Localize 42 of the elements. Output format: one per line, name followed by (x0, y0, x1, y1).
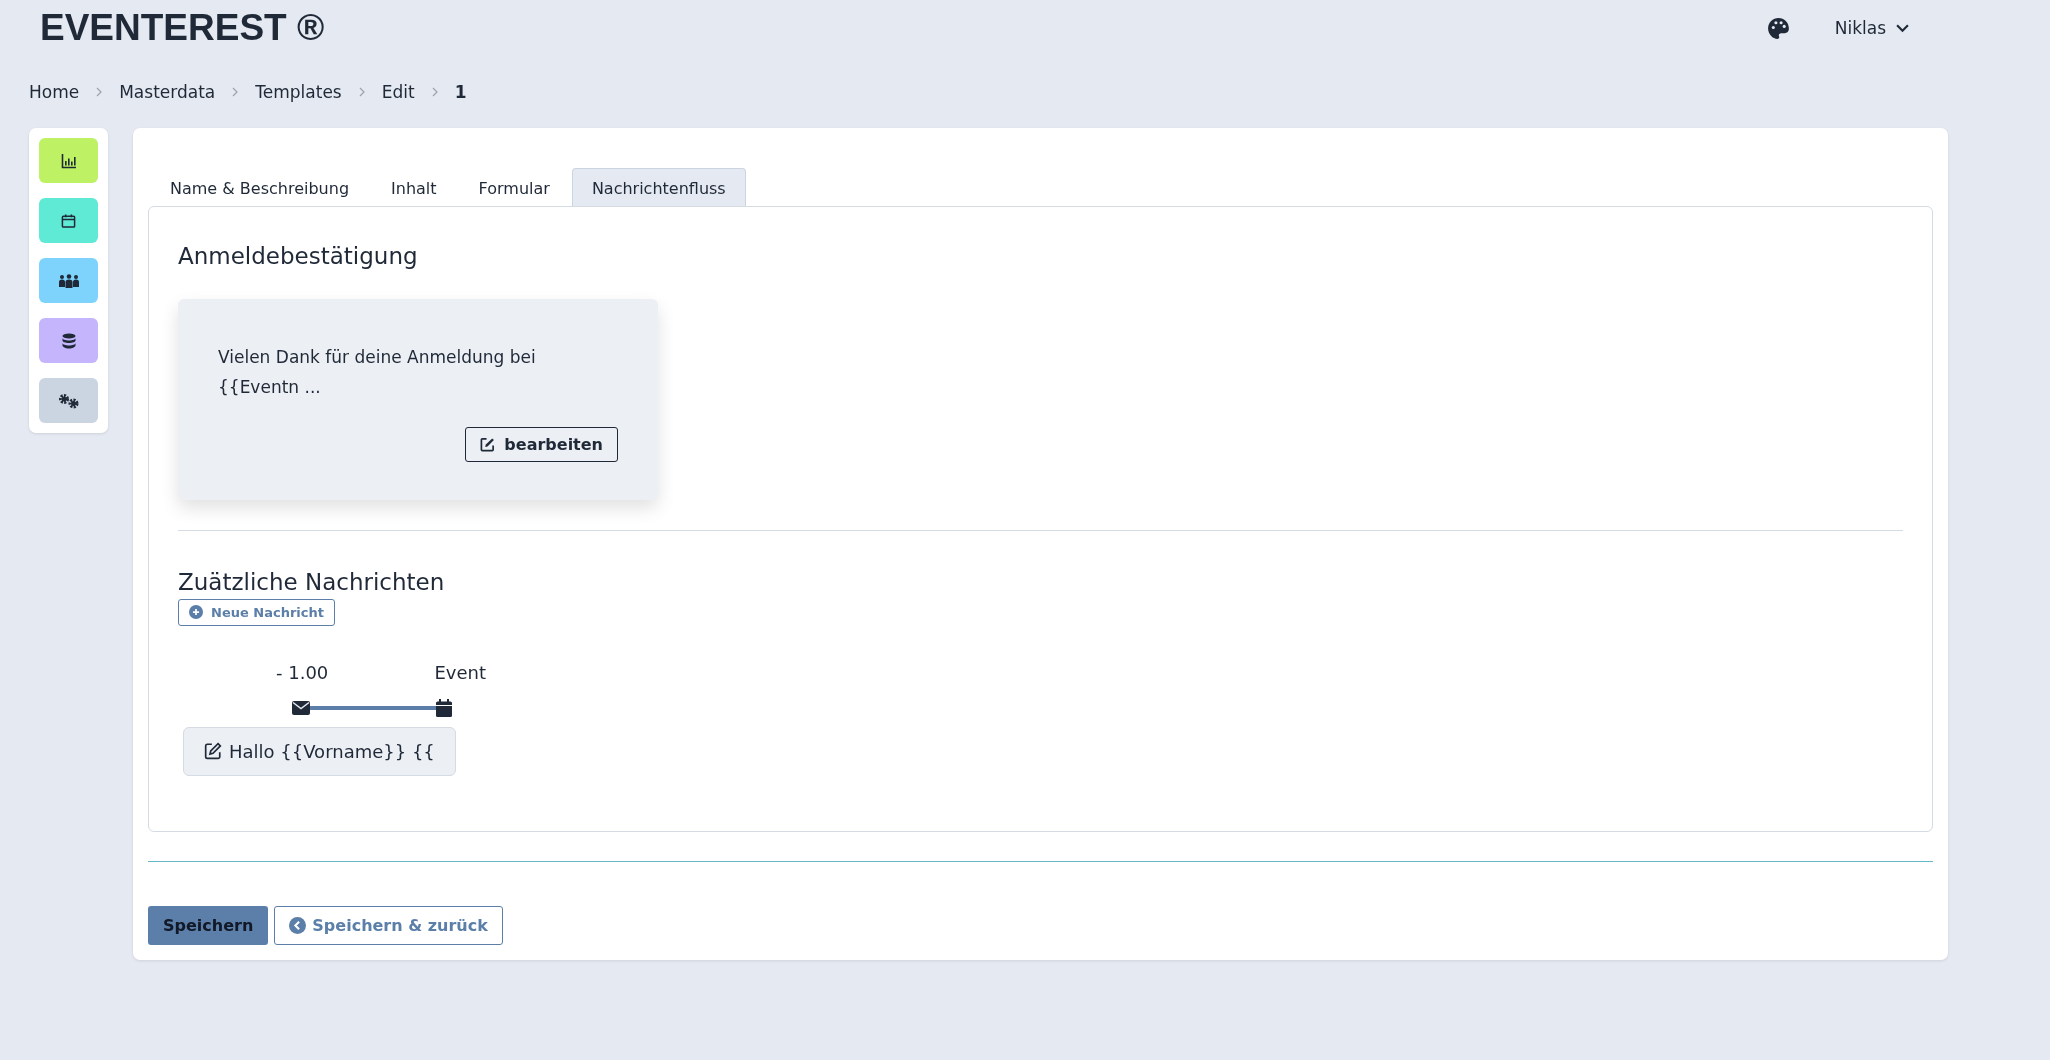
breadcrumb-link[interactable]: Masterdata (119, 82, 216, 102)
edit-icon (204, 742, 222, 760)
plus-circle-icon (189, 605, 203, 619)
chevron-icon (232, 87, 239, 97)
chevron-icon (96, 87, 103, 97)
sidebar-item[interactable] (39, 318, 98, 363)
envelope-icon (292, 700, 310, 715)
palette-icon[interactable] (1765, 15, 1791, 41)
tab[interactable]: Nachrichtenfluss (571, 168, 746, 206)
user-menu[interactable]: Niklas (1834, 18, 1909, 38)
section-heading: Zuätzliche Nachrichten (178, 568, 446, 595)
tab[interactable]: Formular (458, 168, 570, 206)
section-heading: Anmeldebestätigung (178, 243, 419, 269)
message-preview: Vielen Dank für deine Anmeldung bei {{Eventn ... (218, 346, 537, 399)
chevron-down-icon (1896, 23, 1909, 33)
sidebar-item[interactable] (39, 198, 98, 243)
edit-icon (480, 436, 496, 452)
tab[interactable]: Name & Beschreibung (150, 168, 370, 206)
app-logo: EVENTEREST ® (39, 7, 325, 49)
save-back-button[interactable]: Speichern & zurück (274, 906, 503, 945)
chevron-left-circle-icon (289, 917, 307, 934)
chevron-icon (431, 87, 438, 97)
sidebar-item[interactable] (39, 378, 98, 423)
offset-label: - 1.00 (276, 661, 329, 683)
breadcrumb-link[interactable]: Templates (255, 82, 342, 102)
sidebar-item[interactable] (39, 258, 98, 303)
gears-icon (57, 392, 80, 409)
breadcrumb-link[interactable]: Home (29, 82, 80, 102)
chevron-icon (358, 87, 365, 97)
breadcrumb-current: 1 (454, 82, 467, 102)
edit-button[interactable]: bearbeiten (465, 426, 618, 462)
database-icon (61, 332, 76, 349)
new-message-button[interactable]: Neue Nachricht (178, 598, 335, 626)
breadcrumb-link[interactable]: Edit (381, 82, 415, 102)
people-icon (57, 273, 80, 288)
anchor-label: Event (434, 661, 486, 683)
calendar-icon (436, 698, 452, 717)
message-button[interactable]: Hallo {{Vorname}} {{ (183, 726, 456, 776)
calendar-icon (61, 212, 76, 229)
bar-chart-icon (60, 152, 77, 169)
save-button[interactable]: Speichern (148, 906, 269, 945)
tab[interactable]: Inhalt (371, 168, 457, 206)
